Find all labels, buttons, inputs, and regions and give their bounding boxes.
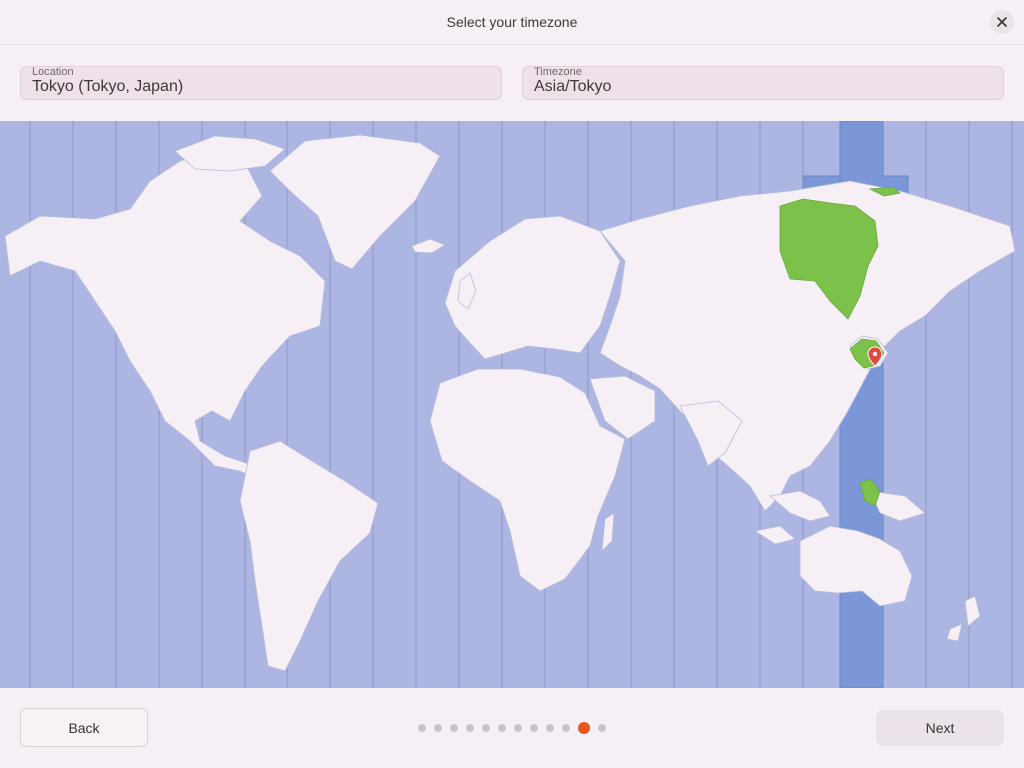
progress-dot-active bbox=[578, 722, 590, 734]
progress-dot bbox=[598, 724, 606, 732]
progress-dot bbox=[530, 724, 538, 732]
progress-dot bbox=[498, 724, 506, 732]
close-button[interactable] bbox=[990, 10, 1014, 34]
location-input[interactable] bbox=[32, 78, 482, 96]
next-button[interactable]: Next bbox=[876, 710, 1004, 746]
timezone-label: Timezone bbox=[534, 66, 582, 78]
progress-dot bbox=[514, 724, 522, 732]
header-bar: Select your timezone bbox=[0, 0, 1024, 45]
close-icon bbox=[997, 17, 1007, 27]
progress-dot bbox=[546, 724, 554, 732]
timezone-field[interactable]: Timezone bbox=[522, 66, 1004, 100]
back-button[interactable]: Back bbox=[20, 708, 148, 747]
world-map[interactable] bbox=[0, 121, 1024, 688]
timezone-input[interactable] bbox=[534, 78, 984, 96]
progress-dot bbox=[418, 724, 426, 732]
progress-dot bbox=[450, 724, 458, 732]
location-label: Location bbox=[32, 66, 74, 78]
progress-dot bbox=[482, 724, 490, 732]
progress-dot bbox=[562, 724, 570, 732]
dialog-title: Select your timezone bbox=[446, 14, 578, 30]
progress-dot bbox=[434, 724, 442, 732]
world-timezone-map[interactable] bbox=[0, 121, 1024, 688]
progress-dot bbox=[466, 724, 474, 732]
location-field[interactable]: Location bbox=[20, 66, 502, 100]
